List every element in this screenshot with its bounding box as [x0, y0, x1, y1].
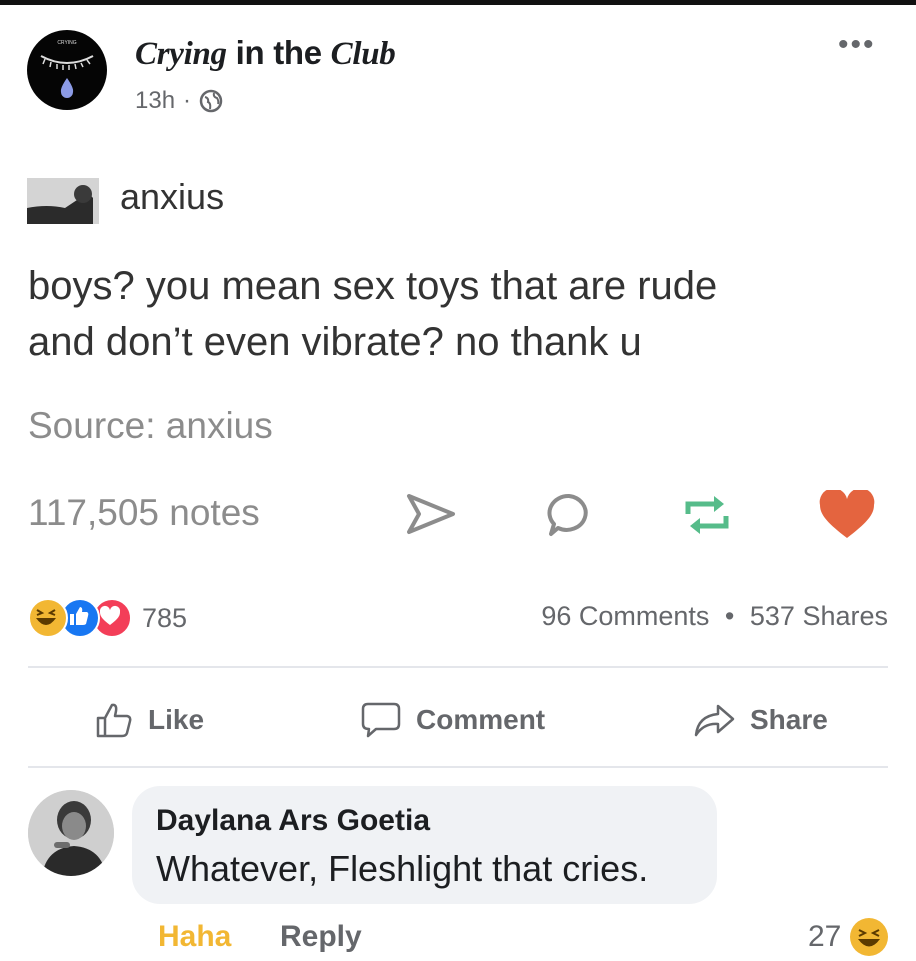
- reaction-summary[interactable]: 785: [28, 598, 187, 638]
- comment-reaction-count[interactable]: 27: [808, 920, 841, 954]
- comment-label: Comment: [416, 704, 546, 735]
- shares-count[interactable]: 537 Shares: [750, 601, 888, 631]
- comment-author[interactable]: Daylana Ars Goetia: [156, 804, 430, 838]
- share-arrow-icon: [694, 704, 735, 737]
- thumbs-up-icon: [96, 703, 132, 738]
- tumblr-notes-count[interactable]: 117,505 notes: [28, 492, 260, 534]
- commenter-avatar[interactable]: [28, 790, 114, 876]
- comment-button[interactable]: Comment: [360, 700, 545, 740]
- post-meta: 13h ·: [135, 87, 223, 115]
- top-edge-bar: [0, 0, 916, 5]
- counts-separator: •: [724, 601, 735, 631]
- globe-icon: [199, 89, 223, 113]
- more-options-button[interactable]: •••: [838, 28, 876, 62]
- post-time[interactable]: 13h: [135, 87, 175, 115]
- post-text-line-1: boys? you mean sex toys that are rude: [28, 264, 718, 308]
- comment-reply-link[interactable]: Reply: [280, 920, 362, 954]
- reaction-count: 785: [142, 602, 188, 633]
- like-button[interactable]: Like: [94, 700, 204, 740]
- tumblr-username[interactable]: anxius: [120, 176, 224, 218]
- share-label: Share: [750, 704, 828, 735]
- reply-bubble-icon[interactable]: [544, 490, 594, 545]
- tumblr-source[interactable]: Source: anxius: [28, 405, 273, 447]
- commenter-photo-icon: [28, 790, 114, 876]
- page-name[interactable]: Crying in the Club: [135, 34, 396, 73]
- engagement-counts: 96 Comments • 537 Shares: [541, 601, 888, 632]
- send-icon[interactable]: [404, 490, 458, 543]
- post-text-line-2: and don’t even vibrate? no thank u: [28, 320, 642, 364]
- reblog-icon[interactable]: [680, 490, 734, 545]
- comments-count[interactable]: 96 Comments: [541, 601, 709, 631]
- divider-top: [28, 666, 888, 668]
- like-label: Like: [148, 704, 205, 735]
- page-name-part3: Club: [330, 36, 396, 72]
- svg-text:CRYING: CRYING: [57, 40, 76, 46]
- share-button[interactable]: Share: [692, 700, 828, 740]
- tumblr-user-avatar: [27, 178, 99, 224]
- haha-reaction-icon: [28, 598, 68, 638]
- page-name-part1: Crying: [135, 36, 227, 72]
- user-photo-icon: [27, 178, 99, 224]
- divider-bottom: [28, 766, 888, 768]
- page-avatar[interactable]: CRYING: [27, 30, 107, 110]
- crying-eye-logo-icon: CRYING: [40, 40, 94, 98]
- meta-separator: ·: [183, 87, 192, 114]
- comment-icon: [361, 702, 401, 738]
- comment-haha-reaction-icon[interactable]: [850, 918, 888, 956]
- comment-text: Whatever, Fleshlight that cries.: [156, 848, 649, 889]
- like-heart-icon[interactable]: [818, 488, 876, 547]
- page-name-part2: in the: [226, 34, 331, 71]
- comment-haha-link[interactable]: Haha: [158, 920, 231, 954]
- tumblr-post-text: boys? you mean sex toys that are rude an…: [28, 258, 888, 370]
